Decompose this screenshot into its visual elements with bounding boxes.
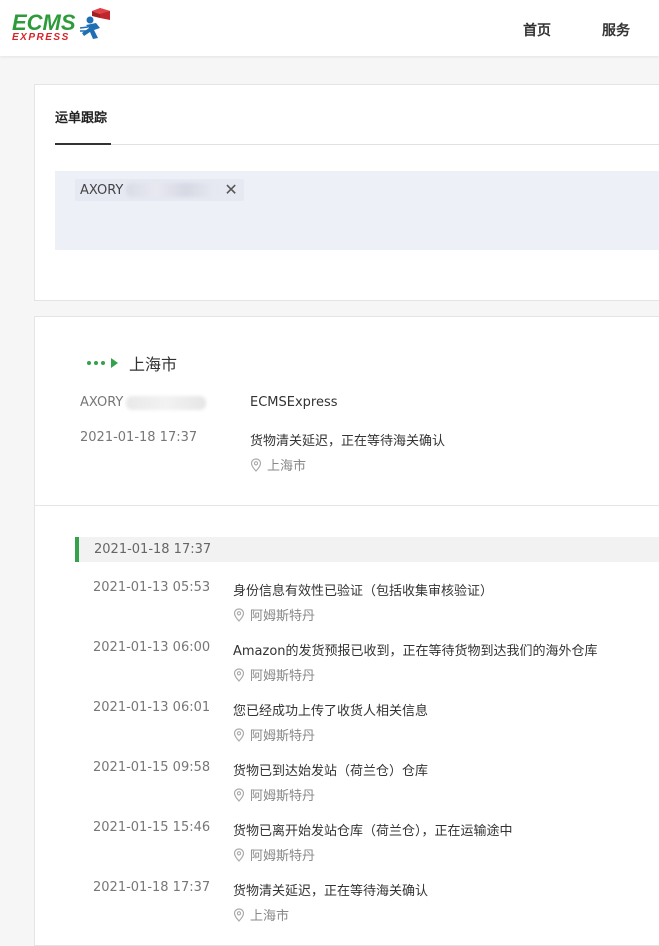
waybill-number: AXORY [80,395,207,410]
tab-active-indicator [55,143,111,145]
route-indicator: 上海市 [87,351,177,375]
timeline-event: 2021-01-15 09:58 货物已到达始发站（荷兰仓）仓库阿姆斯特丹 [93,760,659,810]
redacted-number [126,183,217,197]
event-time: 2021-01-18 17:37 [93,880,211,895]
location-text: 上海市 [250,909,290,924]
runner-box-icon [80,8,110,39]
latest-event-location: 上海市 [250,455,306,474]
nav-home[interactable]: 首页 [523,20,551,40]
logo-subtext: EXPRESS [12,32,70,43]
location-pin-icon [250,457,262,472]
waybill-prefix: AXORY [80,395,124,410]
close-icon[interactable]: ✕ [224,182,237,198]
location-text: 阿姆斯特丹 [250,849,316,864]
date-group-header: 2021-01-18 17:37 [75,537,659,562]
event-desc: 身份信息有效性已验证（包括收集审核验证） [233,584,494,599]
event-time: 2021-01-13 05:53 [93,580,211,595]
location-pin-icon [233,667,245,682]
location-text: 阿姆斯特丹 [250,729,316,744]
event-time: 2021-01-13 06:00 [93,640,211,655]
event-location: 阿姆斯特丹 [233,725,315,744]
location-pin-icon [233,787,245,802]
tracking-number-input[interactable]: AXORY ✕ [55,171,659,250]
event-desc: 您已经成功上传了收货人相关信息 [233,704,429,719]
location-pin-icon [233,907,245,922]
location-pin-icon [233,727,245,742]
carrier-name: ECMSExpress [250,395,338,410]
tab-waybill-tracking[interactable]: 运单跟踪 [55,107,107,126]
section-divider [35,505,659,506]
event-time: 2021-01-15 15:46 [93,820,211,835]
chip-text: AXORY [80,182,124,198]
event-desc: 货物已离开始发站仓库（荷兰仓），正在运输途中 [233,824,513,839]
event-desc: Amazon的发货预报已收到，正在等待货物到达我们的海外仓库 [233,644,598,659]
location-text: 上海市 [267,459,307,474]
latest-event-time: 2021-01-18 17:37 [80,430,198,445]
timeline-event: 2021-01-13 05:53 身份信息有效性已验证（包括收集审核验证） 阿姆斯特… [93,580,659,630]
event-location: 阿姆斯特丹 [233,845,315,864]
event-time: 2021-01-15 09:58 [93,760,211,775]
route-arrow-icon [111,358,118,368]
latest-event-desc: 货物清关延迟，正在等待海关确认 [250,434,446,449]
timeline-event: 2021-01-13 06:00 Amazon的发货预报已收到，正在等待货物到达我… [93,640,659,690]
location-text: 阿姆斯特丹 [250,789,316,804]
route-destination: 上海市 [129,355,178,374]
timeline-event: 2021-01-13 06:01 您已经成功上传了收货人相关信息阿姆斯特丹 [93,700,659,750]
timeline-event: 2021-01-15 15:46 货物已离开始发站仓库（荷兰仓），正在运输途中阿姆… [93,820,659,870]
event-time: 2021-01-13 06:01 [93,700,211,715]
tab-divider [55,144,659,145]
event-location: 阿姆斯特丹 [233,665,315,684]
tracking-number-chip[interactable]: AXORY ✕ [75,179,244,201]
event-location: 阿姆斯特丹 [233,605,315,624]
event-location: 上海市 [233,905,289,924]
location-text: 阿姆斯特丹 [250,609,316,624]
route-dots-icon [87,361,105,365]
event-location: 阿姆斯特丹 [233,785,315,804]
location-pin-icon [233,847,245,862]
event-desc: 货物清关延迟，正在等待海关确认 [233,884,429,899]
nav-services[interactable]: 服务 [602,20,630,40]
redacted-number [126,395,207,410]
tracking-result-card: 上海市 AXORY ECMSExpress 2021-01-18 17:37 货… [34,316,659,946]
top-header: ECMS EXPRESS 首页 服务 [0,0,659,56]
ecms-logo[interactable]: ECMS EXPRESS [10,6,120,48]
tracking-card: 运单跟踪 AXORY ✕ [34,84,659,301]
event-desc: 货物已到达始发站（荷兰仓）仓库 [233,764,429,779]
location-pin-icon [233,607,245,622]
location-text: 阿姆斯特丹 [250,669,316,684]
timeline-event: 2021-01-18 17:37 货物清关延迟，正在等待海关确认上海市 [93,880,659,930]
